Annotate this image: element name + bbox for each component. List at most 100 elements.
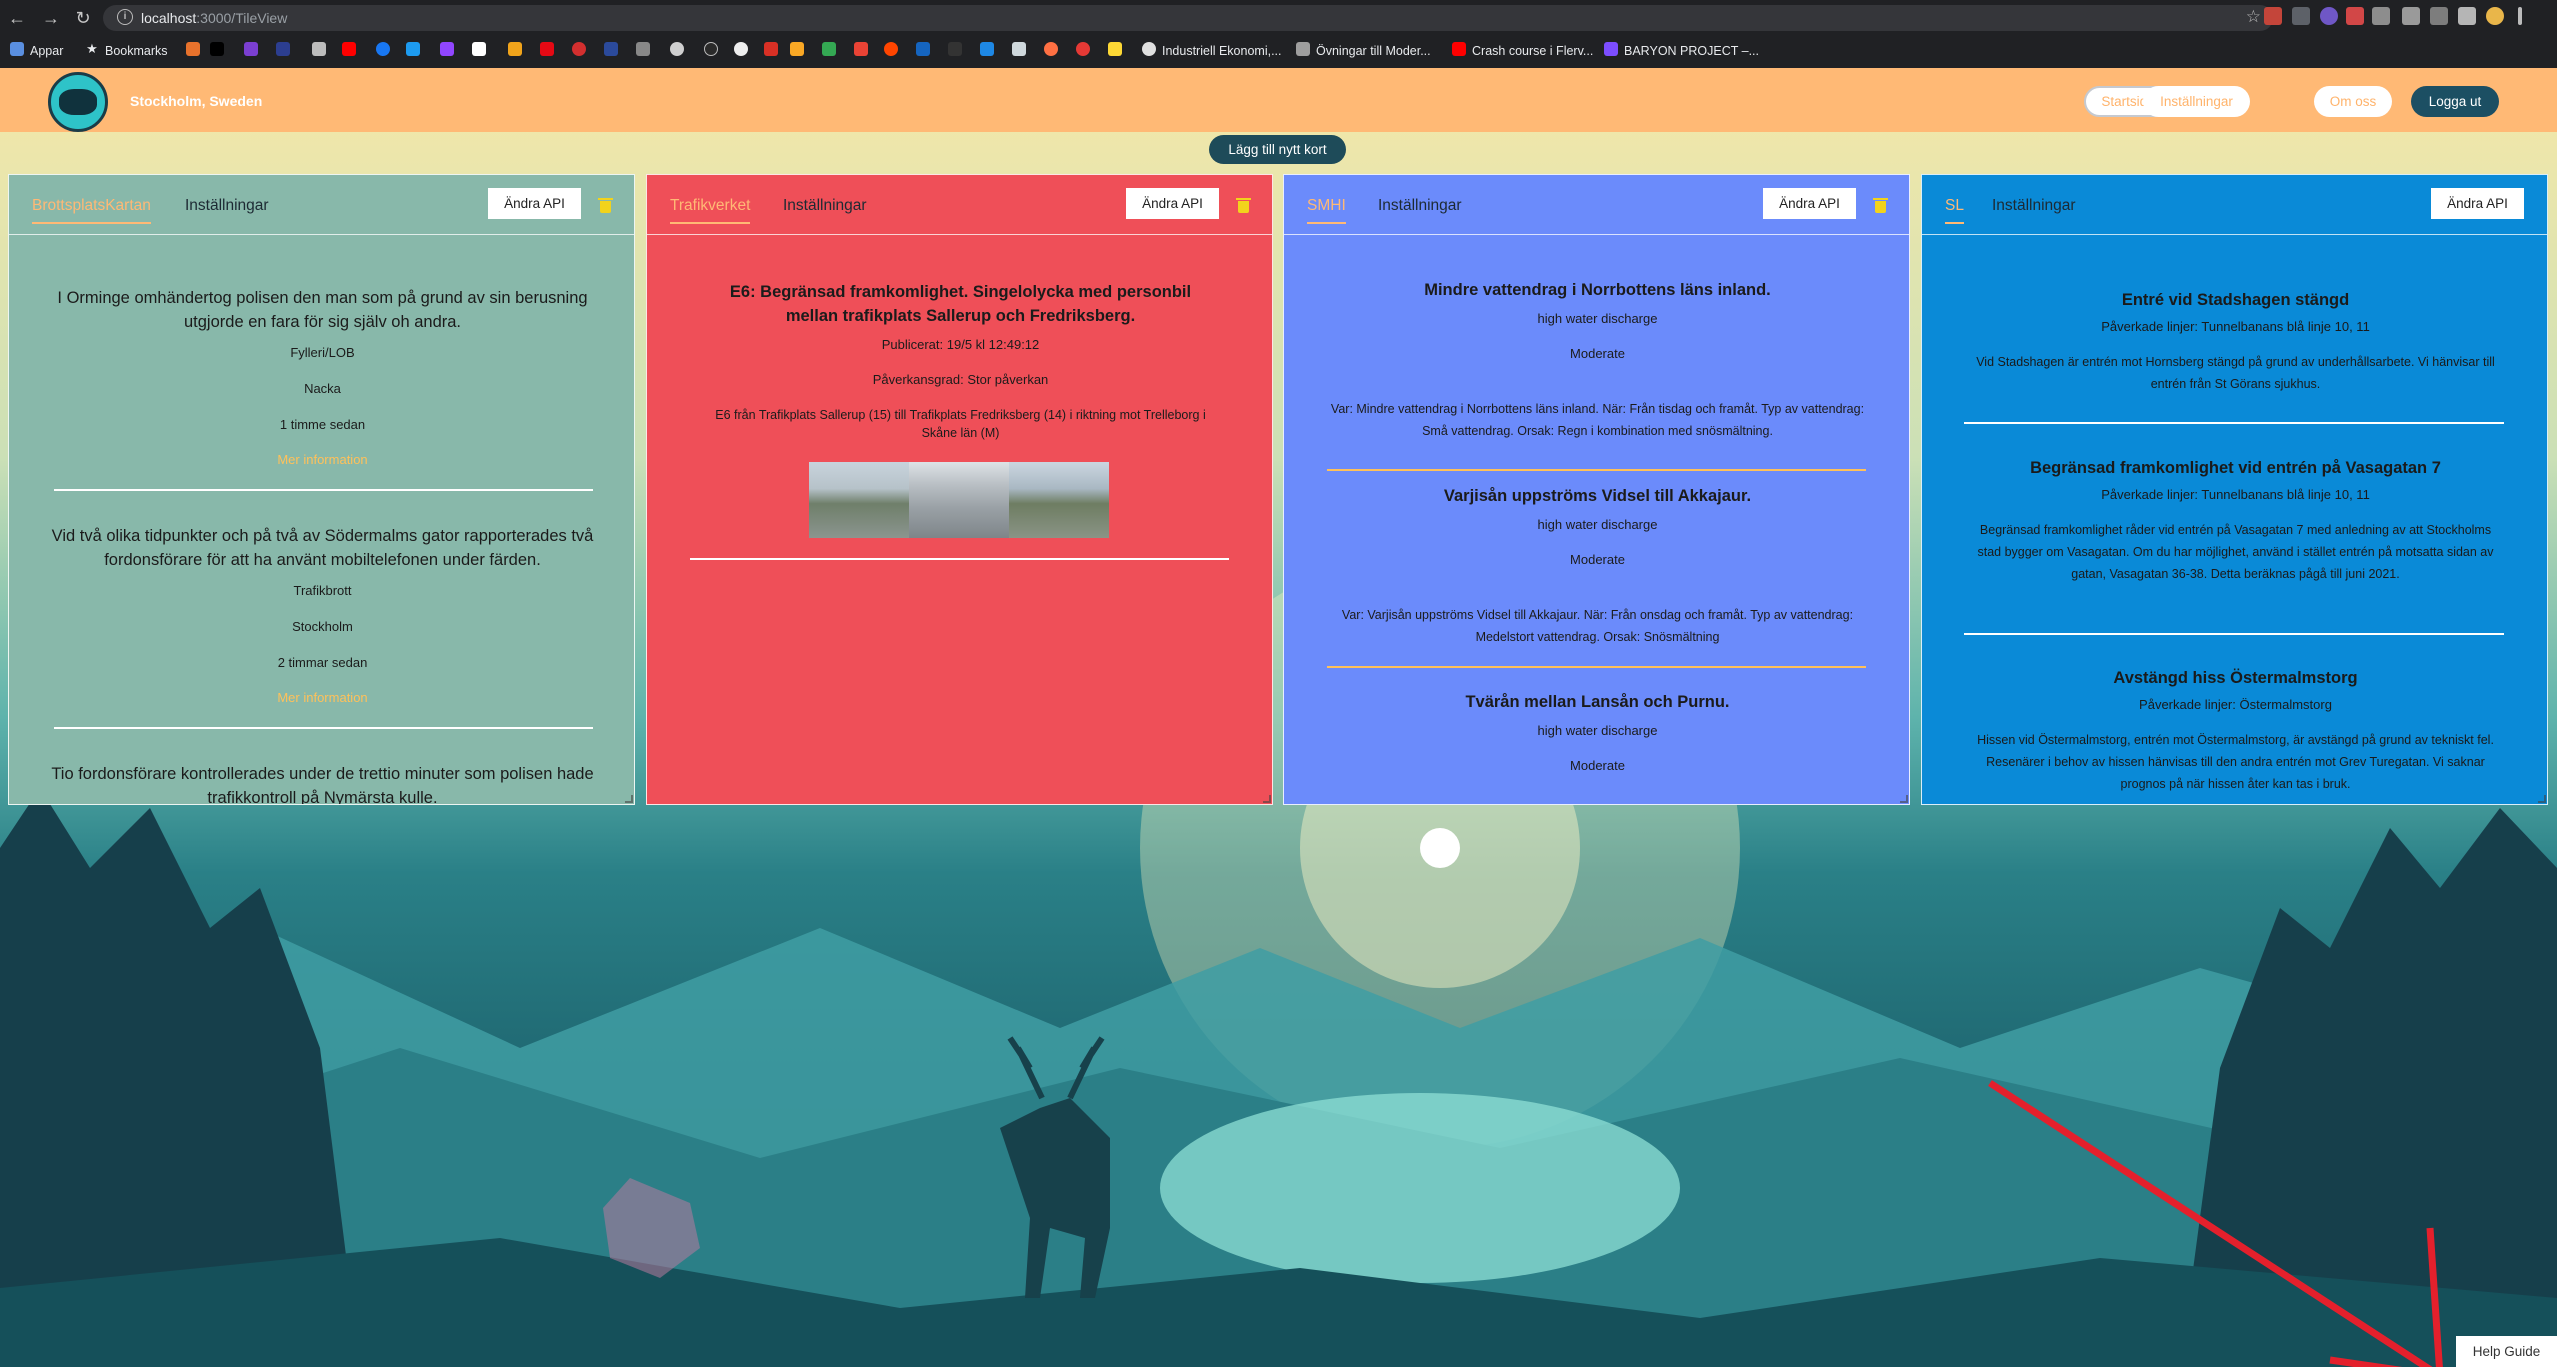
forward-icon[interactable]: → — [40, 7, 62, 29]
bookmark-favicon[interactable] — [670, 42, 684, 56]
trash-icon[interactable] — [1873, 198, 1888, 213]
bookmark-industriell-ekonomi[interactable]: Industriell Ekonomi,... — [1162, 43, 1282, 59]
bookmark-favicon[interactable] — [948, 42, 962, 56]
traffic-camera-image[interactable] — [909, 462, 1009, 538]
bookmark-bookmarks[interactable]: Bookmarks — [105, 43, 168, 59]
nav-about-button[interactable]: Om oss — [2314, 86, 2392, 117]
bookmark-favicon[interactable] — [572, 42, 586, 56]
entry-category: Trafikbrott — [293, 583, 352, 598]
bookmark-favicon[interactable] — [854, 42, 868, 56]
browser-menu-icon[interactable] — [2518, 7, 2522, 25]
bookmark-favicon[interactable] — [1012, 42, 1026, 56]
bookmark-favicon[interactable] — [636, 42, 650, 56]
tab-settings[interactable]: Inställningar — [1992, 197, 2076, 215]
back-icon[interactable]: ← — [6, 7, 28, 29]
bookmark-ovningar[interactable]: Övningar till Moder... — [1316, 43, 1431, 59]
bookmark-favicon[interactable] — [342, 42, 356, 56]
bookmark-favicon[interactable] — [276, 42, 290, 56]
change-api-button[interactable]: Ändra API — [1126, 188, 1219, 219]
apps-grid-icon[interactable] — [10, 42, 24, 56]
app-logo[interactable] — [48, 72, 108, 132]
tab-source[interactable]: SMHI — [1307, 197, 1346, 224]
extension-icon[interactable] — [2372, 7, 2390, 25]
bookmark-favicon[interactable] — [764, 42, 778, 56]
help-guide-button[interactable]: Help Guide — [2456, 1336, 2557, 1367]
bookmark-favicon[interactable] — [1142, 42, 1156, 56]
bookmark-favicon[interactable] — [790, 42, 804, 56]
traffic-camera-image[interactable] — [1009, 462, 1109, 538]
bookmark-favicon[interactable] — [1604, 42, 1618, 56]
divider — [1327, 469, 1866, 471]
profile-avatar[interactable] — [2486, 7, 2504, 25]
browser-toolbar: ← → ↻ i localhost:3000/TileView ☆ — [0, 0, 2557, 36]
bookmark-favicon[interactable] — [1076, 42, 1090, 56]
bookmark-favicon[interactable] — [916, 42, 930, 56]
card-trafikverket: Trafikverket Inställningar Ändra API E6:… — [646, 174, 1273, 805]
trash-icon[interactable] — [598, 198, 613, 213]
reload-icon[interactable]: ↻ — [72, 7, 94, 29]
list-item: Begränsad framkomlighet vid entrén på Va… — [1970, 456, 2501, 585]
tab-settings[interactable]: Inställningar — [185, 197, 269, 215]
more-info-link[interactable]: Mer information — [49, 452, 596, 467]
extension-icon[interactable] — [2346, 7, 2364, 25]
bookmark-favicon[interactable] — [210, 42, 224, 56]
card-content[interactable]: Mindre vattendrag i Norrbottens läns inl… — [1284, 236, 1909, 804]
change-api-button[interactable]: Ändra API — [1763, 188, 1856, 219]
entry-type: high water discharge — [1537, 517, 1658, 532]
bookmark-favicon[interactable] — [822, 42, 836, 56]
site-info-icon[interactable]: i — [117, 9, 133, 25]
traffic-camera-image[interactable] — [809, 462, 909, 538]
add-card-button[interactable]: Lägg till nytt kort — [1209, 135, 1346, 164]
card-content[interactable]: E6: Begränsad framkomlighet. Singelolyck… — [647, 236, 1272, 804]
nav-settings-button[interactable]: Inställningar — [2143, 86, 2250, 117]
bookmark-favicon[interactable] — [508, 42, 522, 56]
bookmark-favicon[interactable] — [540, 42, 554, 56]
tab-source[interactable]: Trafikverket — [670, 197, 751, 224]
extension-icon[interactable] — [2320, 7, 2338, 25]
bookmark-star-icon[interactable]: ☆ — [2246, 7, 2261, 27]
bookmark-favicon[interactable] — [406, 42, 420, 56]
bookmark-favicon[interactable] — [1044, 42, 1058, 56]
bookmark-favicon[interactable] — [1108, 42, 1122, 56]
tab-settings[interactable]: Inställningar — [783, 197, 867, 215]
trash-icon[interactable] — [1236, 198, 1251, 213]
card-content[interactable]: I Orminge omhändertog polisen den man so… — [9, 236, 634, 804]
bookmark-crash-course[interactable]: Crash course i Flerv... — [1472, 43, 1593, 59]
bookmark-favicon[interactable] — [884, 42, 898, 56]
bookmark-apps[interactable]: Appar — [30, 43, 63, 59]
entry-level: Moderate — [1570, 346, 1625, 361]
more-info-link[interactable]: Mer information — [49, 690, 596, 705]
extension-icon[interactable] — [2292, 7, 2310, 25]
resize-handle[interactable] — [1263, 795, 1271, 803]
card-content[interactable]: Entré vid Stadshagen stängd Påverkade li… — [1922, 236, 2547, 804]
youtube-icon[interactable] — [1452, 42, 1466, 56]
bookmark-favicon[interactable] — [376, 42, 390, 56]
logout-button[interactable]: Logga ut — [2411, 86, 2499, 117]
resize-handle[interactable] — [1900, 795, 1908, 803]
bookmark-favicon[interactable] — [980, 42, 994, 56]
bookmark-favicon[interactable] — [440, 42, 454, 56]
bookmark-favicon[interactable] — [604, 42, 618, 56]
extension-icon[interactable] — [2264, 7, 2282, 25]
bookmark-favicon[interactable] — [186, 42, 200, 56]
bookmark-favicon[interactable] — [472, 42, 486, 56]
bookmark-baryon-project[interactable]: BARYON PROJECT –... — [1624, 43, 1759, 59]
extension-icon[interactable] — [2402, 7, 2420, 25]
bookmarks-bar: Appar ★ Bookmarks Industriell Ekonomi,..… — [0, 38, 2557, 64]
bookmark-favicon[interactable] — [734, 42, 748, 56]
extension-icon[interactable] — [2430, 7, 2448, 25]
resize-handle[interactable] — [2538, 795, 2546, 803]
tab-source[interactable]: BrottsplatsKartan — [32, 197, 151, 224]
extensions-puzzle-icon[interactable] — [2458, 7, 2476, 25]
change-api-button[interactable]: Ändra API — [488, 188, 581, 219]
entry-lines: Påverkade linjer: Tunnelbanans blå linje… — [2101, 319, 2370, 334]
bookmark-favicon[interactable] — [244, 42, 258, 56]
bookmark-favicon[interactable] — [1296, 42, 1310, 56]
resize-handle[interactable] — [625, 795, 633, 803]
address-bar[interactable]: i localhost:3000/TileView ☆ — [103, 5, 2273, 31]
tab-source[interactable]: SL — [1945, 197, 1964, 224]
bookmark-favicon[interactable] — [704, 42, 718, 56]
bookmark-favicon[interactable] — [312, 42, 326, 56]
change-api-button[interactable]: Ändra API — [2431, 188, 2524, 219]
tab-settings[interactable]: Inställningar — [1378, 197, 1462, 215]
